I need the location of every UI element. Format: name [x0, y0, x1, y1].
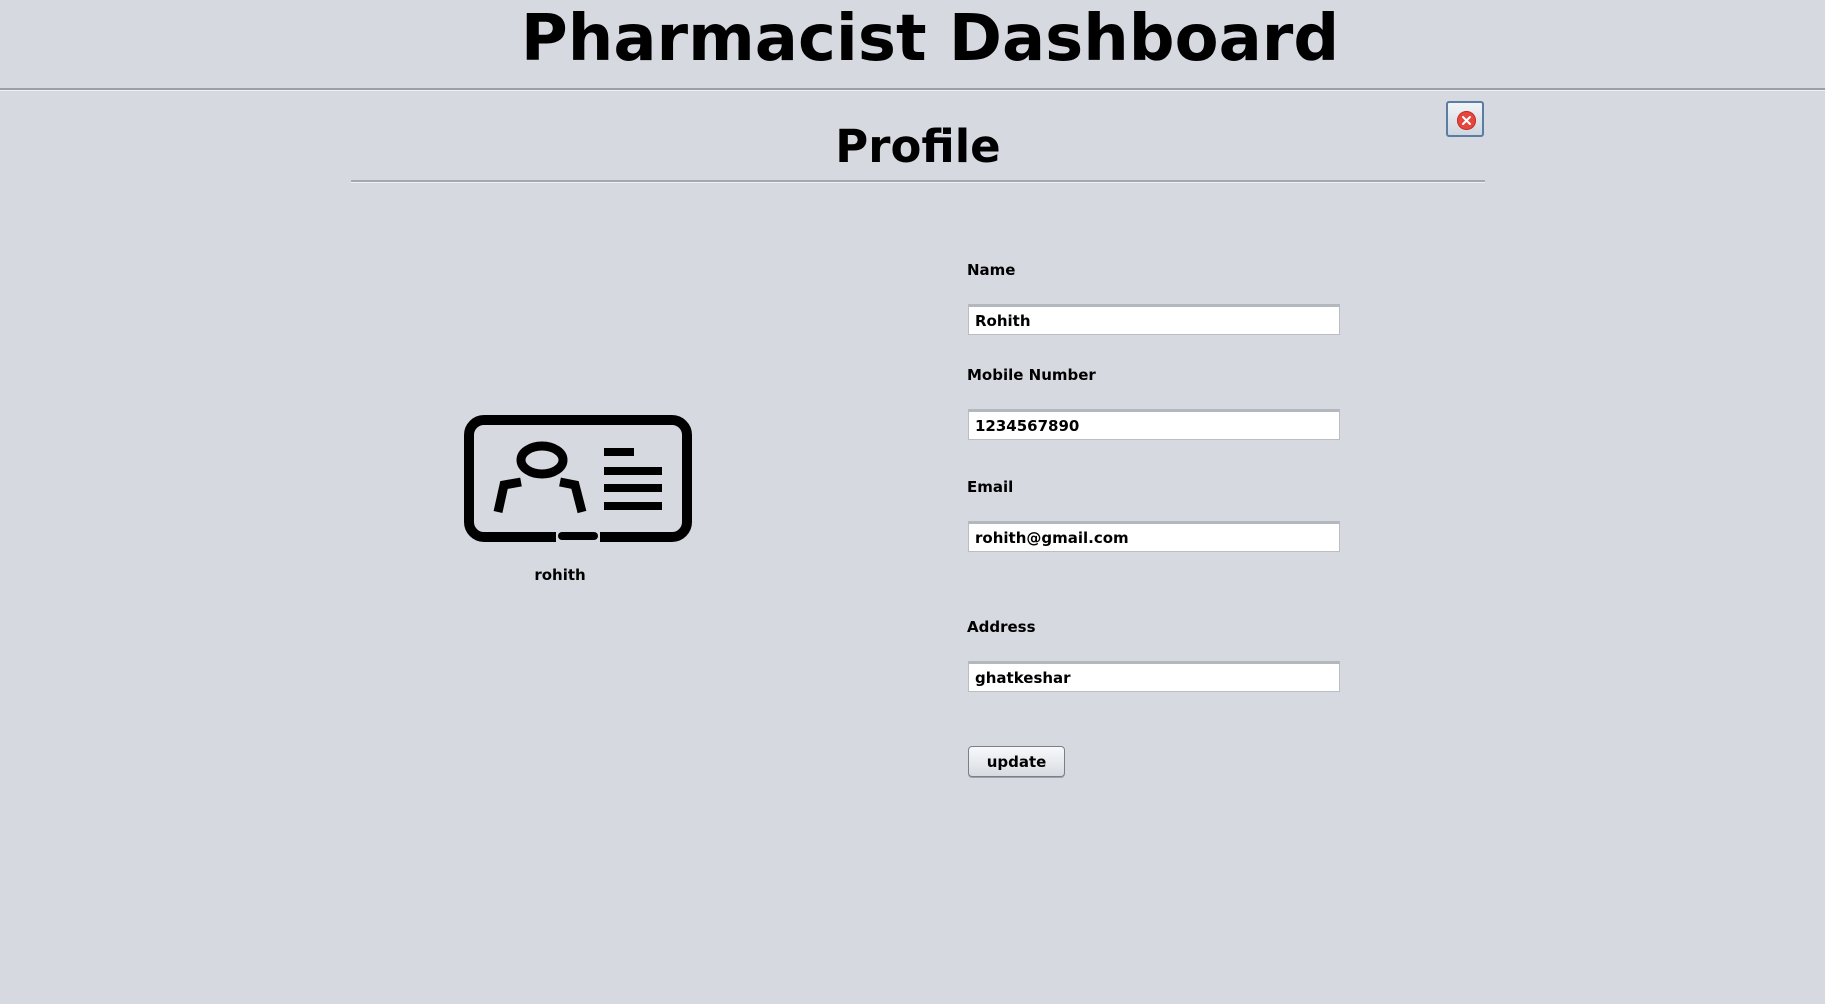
- profile-divider: [351, 180, 1485, 183]
- name-label: Name: [967, 261, 1016, 279]
- close-icon: [1457, 111, 1476, 130]
- email-field[interactable]: [968, 521, 1340, 552]
- mobile-number-field[interactable]: [968, 409, 1340, 440]
- profile-title: Profile: [835, 120, 1001, 173]
- mobile-number-label: Mobile Number: [967, 366, 1096, 384]
- app-title: Pharmacist Dashboard: [520, 2, 1340, 76]
- address-field[interactable]: [968, 661, 1340, 692]
- header-divider: [0, 88, 1825, 91]
- update-button[interactable]: update: [968, 746, 1065, 777]
- email-label: Email: [967, 478, 1014, 496]
- name-field[interactable]: [968, 304, 1340, 335]
- username-label: rohith: [534, 566, 586, 584]
- address-label: Address: [967, 618, 1036, 636]
- close-button[interactable]: [1446, 101, 1484, 137]
- id-card-icon: [464, 415, 692, 547]
